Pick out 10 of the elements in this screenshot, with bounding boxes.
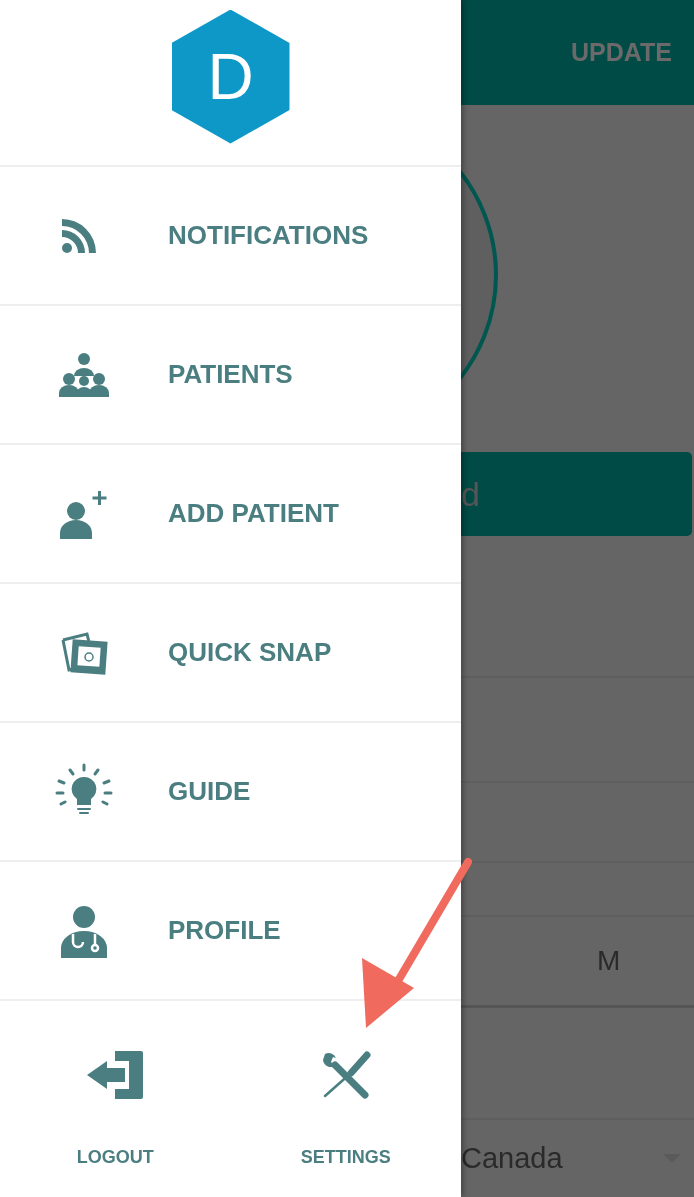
- footer-button[interactable]: LOGOUT: [0, 1001, 231, 1197]
- logo: D: [171, 9, 290, 144]
- form-field[interactable]: M: [461, 917, 694, 1008]
- footer-button[interactable]: SETTINGS: [230, 1001, 461, 1197]
- people-icon: [58, 351, 110, 398]
- doctor-icon: [59, 903, 109, 958]
- add-person-icon: [58, 488, 110, 539]
- country-select[interactable]: Canada: [461, 1142, 563, 1175]
- logout-icon: [87, 1050, 144, 1099]
- tools-icon: [320, 1050, 371, 1099]
